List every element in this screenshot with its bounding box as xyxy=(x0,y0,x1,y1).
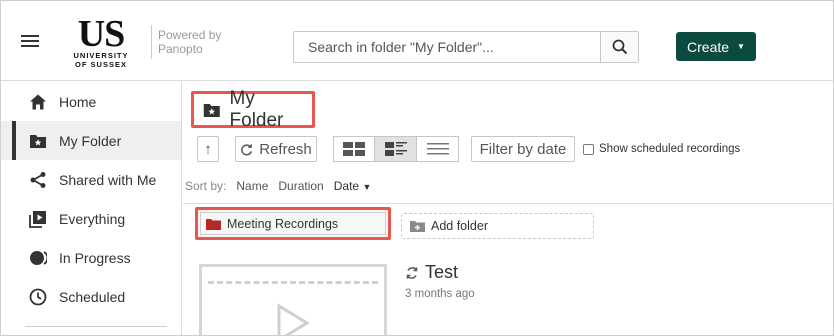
sort-date-label: Date xyxy=(333,179,360,193)
sidebar-item-label: In Progress xyxy=(59,249,131,266)
logo-divider xyxy=(151,25,152,59)
powered-by-label: Powered by Panopto xyxy=(158,28,221,56)
add-folder-label: Add folder xyxy=(431,219,488,233)
main-content: My Folder ↑ Refresh Filter by date Show … xyxy=(183,82,833,335)
add-folder-icon xyxy=(410,221,425,232)
create-button[interactable]: Create ▼ xyxy=(676,32,756,61)
session-title: Test xyxy=(425,262,459,282)
arrow-up-icon: ↑ xyxy=(204,140,212,158)
sort-direction-icon: ▼ xyxy=(362,182,372,192)
folder-star-icon xyxy=(203,103,220,117)
in-progress-icon xyxy=(30,251,47,265)
session-thumbnail[interactable] xyxy=(199,264,387,335)
search-input[interactable] xyxy=(294,32,600,62)
sidebar-item-shared-with-me[interactable]: Shared with Me xyxy=(1,160,181,199)
show-scheduled-label: Show scheduled recordings xyxy=(599,143,741,155)
sidebar-divider xyxy=(25,326,167,327)
sort-bar: Sort by: Name Duration Date ▼ xyxy=(185,179,371,193)
grid-view-icon xyxy=(343,142,365,156)
folder-star-icon xyxy=(30,135,46,148)
subfolder-label: Meeting Recordings xyxy=(227,216,339,231)
page-title: My Folder xyxy=(191,88,315,131)
play-stack-icon xyxy=(29,211,46,228)
sidebar-item-home[interactable]: Home xyxy=(1,82,181,121)
filter-label: Filter by date xyxy=(479,140,567,158)
sidebar-item-everything[interactable]: Everything xyxy=(1,199,181,238)
refresh-button[interactable]: Refresh xyxy=(235,136,317,162)
hamburger-icon[interactable] xyxy=(21,35,39,47)
content-divider xyxy=(183,203,833,204)
create-label: Create xyxy=(687,38,730,55)
add-folder-button[interactable]: Add folder xyxy=(401,213,594,239)
sidebar-item-in-progress[interactable]: In Progress xyxy=(1,238,181,277)
logo-line-1: UNIVERSITY xyxy=(73,51,129,60)
search-box xyxy=(293,31,639,63)
view-list-button[interactable] xyxy=(417,136,459,162)
detail-view-icon xyxy=(384,142,407,156)
processing-icon xyxy=(406,266,418,279)
list-view-icon xyxy=(426,143,449,155)
up-folder-button[interactable]: ↑ xyxy=(197,136,219,162)
share-icon xyxy=(30,172,46,188)
view-thumbnail-button[interactable] xyxy=(333,136,375,162)
session-title-link[interactable]: Test xyxy=(405,262,458,283)
folder-icon xyxy=(206,218,221,230)
refresh-label: Refresh xyxy=(259,140,312,158)
search-icon xyxy=(612,39,627,55)
sidebar-item-label: Everything xyxy=(59,210,126,227)
top-header: US UNIVERSITY OF SUSSEX Powered by Panop… xyxy=(1,1,833,81)
clock-icon xyxy=(29,288,47,306)
filter-by-date-button[interactable]: Filter by date xyxy=(471,136,575,162)
show-scheduled-toggle: Show scheduled recordings xyxy=(583,143,740,155)
sort-prefix: Sort by: xyxy=(185,179,227,193)
powered-line-2: Panopto xyxy=(158,42,203,56)
sidebar-item-label: Home xyxy=(59,93,97,110)
app-window: US UNIVERSITY OF SUSSEX Powered by Panop… xyxy=(0,0,834,336)
search-button[interactable] xyxy=(600,32,638,62)
sort-by-duration[interactable]: Duration xyxy=(278,179,323,193)
sidebar: Home My Folder Shared with Me Everything… xyxy=(1,82,182,335)
view-detail-button[interactable] xyxy=(375,136,417,162)
sort-by-date[interactable]: Date ▼ xyxy=(334,179,372,193)
logo-monogram: US xyxy=(77,13,126,55)
view-mode-group xyxy=(333,136,459,162)
sidebar-item-label: Scheduled xyxy=(59,288,126,305)
sidebar-item-label: My Folder xyxy=(59,132,122,149)
refresh-icon xyxy=(241,143,253,155)
university-logo[interactable]: US UNIVERSITY OF SUSSEX xyxy=(63,13,139,73)
caret-down-icon: ▼ xyxy=(737,42,745,51)
sort-by-name[interactable]: Name xyxy=(236,179,268,193)
logo-line-2: OF SUSSEX xyxy=(75,60,127,69)
show-scheduled-checkbox[interactable] xyxy=(583,143,594,155)
play-icon xyxy=(277,303,310,335)
sidebar-item-label: Shared with Me xyxy=(59,171,157,188)
sidebar-item-my-folder[interactable]: My Folder xyxy=(1,121,181,160)
folder-title-text: My Folder xyxy=(229,87,284,131)
subfolder-item[interactable]: Meeting Recordings xyxy=(195,207,391,240)
thumbnail-placeholder-line xyxy=(208,281,378,284)
toolbar: ↑ Refresh Filter by date Show scheduled … xyxy=(197,135,740,163)
powered-line-1: Powered by xyxy=(158,28,222,42)
session-date: 3 months ago xyxy=(405,288,475,300)
sidebar-item-scheduled[interactable]: Scheduled xyxy=(1,277,181,316)
home-icon xyxy=(30,94,46,110)
